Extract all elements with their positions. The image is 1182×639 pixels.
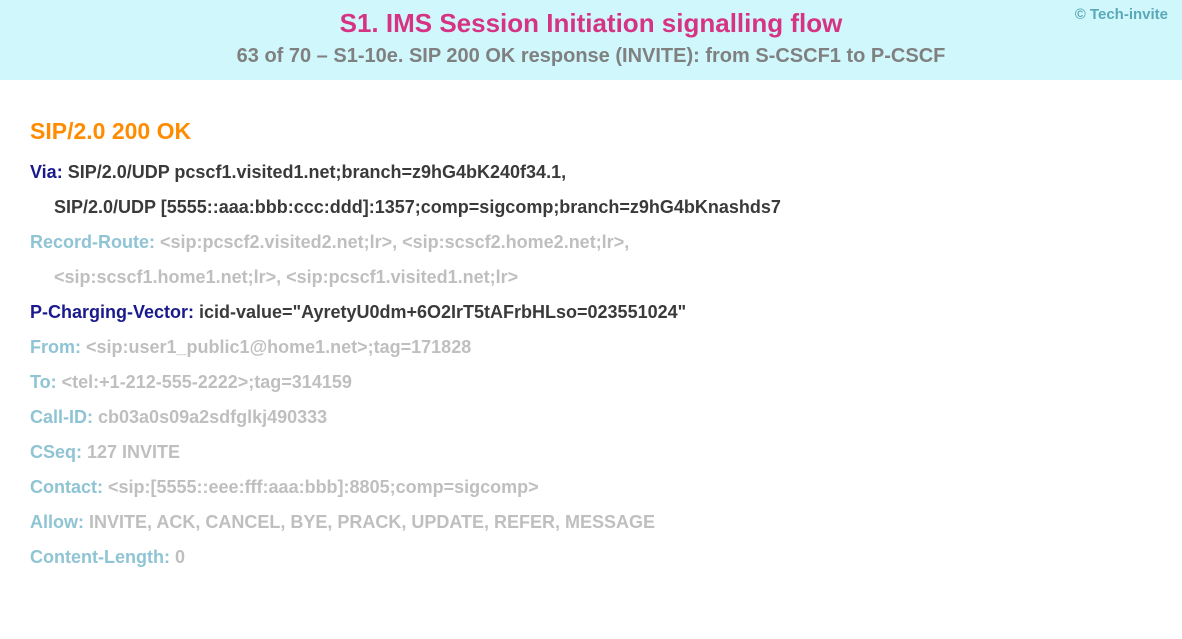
cseq-name: CSeq <box>30 442 76 462</box>
to-value: <tel:+1-212-555-2222>;tag=314159 <box>62 372 352 392</box>
via-continuation: SIP/2.0/UDP [5555::aaa:bbb:ccc:ddd]:1357… <box>30 194 1152 221</box>
from-header: From: <sip:user1_public1@home1.net>;tag=… <box>30 334 1152 361</box>
record-route-value-2: <sip:scscf1.home1.net;lr>, <sip:pcscf1.v… <box>54 267 518 287</box>
allow-name: Allow <box>30 512 78 532</box>
cseq-value: 127 INVITE <box>87 442 180 462</box>
call-id-name: Call-ID <box>30 407 87 427</box>
content-length-value: 0 <box>175 547 185 567</box>
from-value: <sip:user1_public1@home1.net>;tag=171828 <box>86 337 471 357</box>
via-name: Via <box>30 162 57 182</box>
record-route-continuation: <sip:scscf1.home1.net;lr>, <sip:pcscf1.v… <box>30 264 1152 291</box>
contact-value: <sip:[5555::eee:fff:aaa:bbb]:8805;comp=s… <box>108 477 539 497</box>
copyright-text: © Tech-invite <box>1075 6 1168 23</box>
via-value-2: SIP/2.0/UDP [5555::aaa:bbb:ccc:ddd]:1357… <box>54 197 781 217</box>
p-charging-vector-header: P-Charging-Vector: icid-value="AyretyU0d… <box>30 299 1152 326</box>
contact-name: Contact <box>30 477 97 497</box>
allow-header: Allow: INVITE, ACK, CANCEL, BYE, PRACK, … <box>30 509 1152 536</box>
to-name: To <box>30 372 51 392</box>
page-title: S1. IMS Session Initiation signalling fl… <box>20 8 1162 39</box>
sip-message-content: SIP/2.0 200 OK Via: SIP/2.0/UDP pcscf1.v… <box>0 80 1182 599</box>
via-value-1: SIP/2.0/UDP pcscf1.visited1.net;branch=z… <box>68 162 566 182</box>
record-route-header: Record-Route: <sip:pcscf2.visited2.net;l… <box>30 229 1152 256</box>
from-name: From <box>30 337 75 357</box>
record-route-name: Record-Route <box>30 232 149 252</box>
sip-status-line: SIP/2.0 200 OK <box>30 118 1152 145</box>
call-id-header: Call-ID: cb03a0s09a2sdfglkj490333 <box>30 404 1152 431</box>
to-header: To: <tel:+1-212-555-2222>;tag=314159 <box>30 369 1152 396</box>
content-length-header: Content-Length: 0 <box>30 544 1152 571</box>
cseq-header: CSeq: 127 INVITE <box>30 439 1152 466</box>
page-subtitle: 63 of 70 – S1-10e. SIP 200 OK response (… <box>20 45 1162 68</box>
p-charging-vector-name: P-Charging-Vector <box>30 302 188 322</box>
contact-header: Contact: <sip:[5555::eee:fff:aaa:bbb]:88… <box>30 474 1152 501</box>
content-length-name: Content-Length <box>30 547 164 567</box>
allow-value: INVITE, ACK, CANCEL, BYE, PRACK, UPDATE,… <box>89 512 655 532</box>
p-charging-vector-value: icid-value="AyretyU0dm+6O2IrT5tAFrbHLso=… <box>199 302 686 322</box>
via-header: Via: SIP/2.0/UDP pcscf1.visited1.net;bra… <box>30 159 1152 186</box>
header-banner: © Tech-invite S1. IMS Session Initiation… <box>0 0 1182 80</box>
call-id-value: cb03a0s09a2sdfglkj490333 <box>98 407 327 427</box>
record-route-value-1: <sip:pcscf2.visited2.net;lr>, <sip:scscf… <box>160 232 629 252</box>
